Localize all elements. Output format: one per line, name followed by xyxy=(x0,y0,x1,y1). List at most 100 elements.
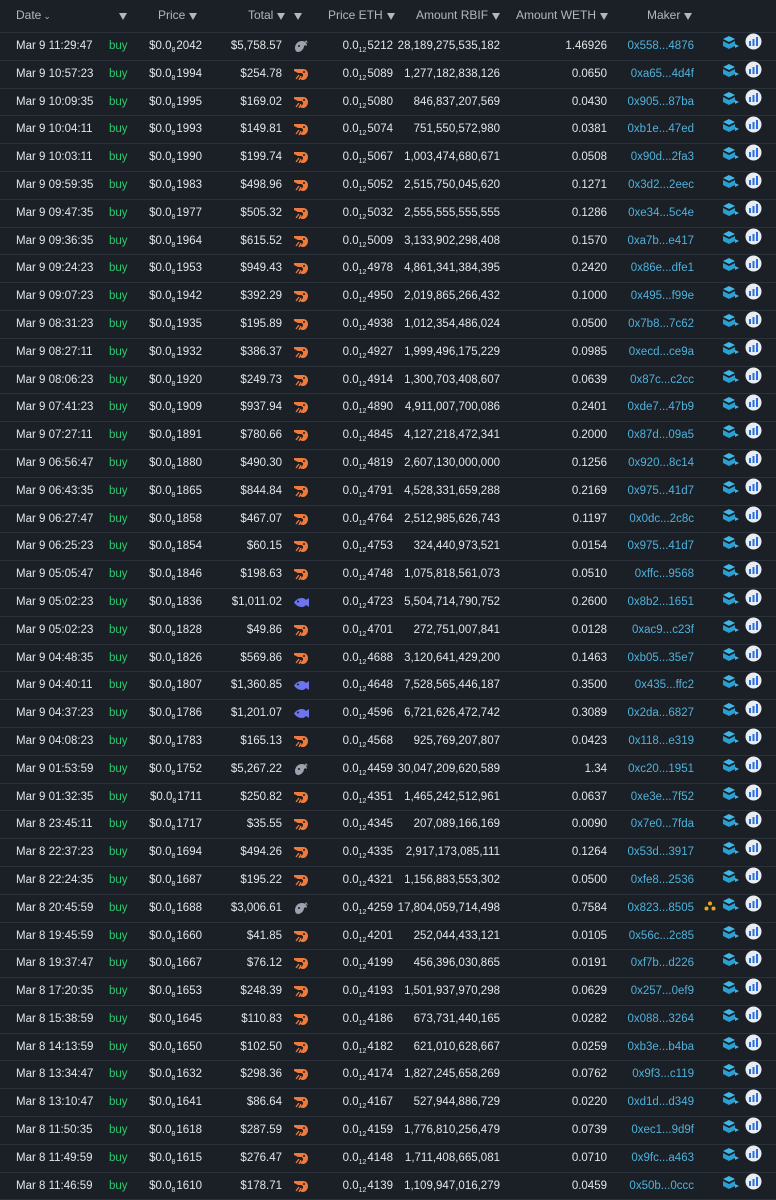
trade-maker-link[interactable]: 0xfe8...2536 xyxy=(631,867,694,894)
view-transaction-icon[interactable] xyxy=(745,144,762,171)
trader-filter-icon[interactable] xyxy=(290,0,302,30)
filter-by-maker-icon[interactable] xyxy=(723,756,740,783)
view-transaction-icon[interactable] xyxy=(745,923,762,950)
trade-maker-link[interactable]: 0x088...3264 xyxy=(627,1006,694,1033)
view-transaction-icon[interactable] xyxy=(745,1089,762,1116)
filter-by-maker-icon[interactable] xyxy=(723,394,740,421)
maker-filter-icon[interactable] xyxy=(684,13,693,20)
trade-maker-link[interactable]: 0xde7...47b9 xyxy=(627,394,694,421)
filter-by-maker-icon[interactable] xyxy=(723,1006,740,1033)
filter-by-maker-icon[interactable] xyxy=(723,200,740,227)
trade-maker-link[interactable]: 0x56c...2c85 xyxy=(629,923,694,950)
view-transaction-icon[interactable] xyxy=(745,700,762,727)
view-transaction-icon[interactable] xyxy=(745,311,762,338)
header-amount-weth[interactable]: Amount WETH xyxy=(516,0,609,30)
trade-maker-link[interactable]: 0x2da...6827 xyxy=(627,700,694,727)
trade-maker-link[interactable]: 0x7e0...7fda xyxy=(631,811,694,838)
filter-by-maker-icon[interactable] xyxy=(723,1145,740,1172)
type-filter-icon[interactable] xyxy=(115,0,127,30)
filter-by-maker-icon[interactable] xyxy=(723,811,740,838)
table-row[interactable]: Mar 8 13:10:47 buy $0.081641 $86.64 0.012416… xyxy=(0,1089,776,1118)
table-row[interactable]: Mar 9 05:02:23 buy $0.081836 $1,011.02 0.012… xyxy=(0,589,776,617)
trade-maker-link[interactable]: 0x558...4876 xyxy=(627,33,694,60)
table-row[interactable]: Mar 9 09:59:35 buy $0.081983 $498.96 0.01250… xyxy=(0,172,776,200)
amount-rbif-filter-icon[interactable] xyxy=(492,13,501,20)
filter-by-maker-icon[interactable] xyxy=(723,1061,740,1088)
table-row[interactable]: Mar 8 22:37:23 buy $0.081694 $494.26 0.01243… xyxy=(0,839,776,867)
filter-by-maker-icon[interactable] xyxy=(723,645,740,672)
view-transaction-icon[interactable] xyxy=(745,589,762,616)
table-row[interactable]: Mar 9 05:02:23 buy $0.081828 $49.86 0.012470… xyxy=(0,617,776,645)
table-row[interactable]: Mar 8 19:37:47 buy $0.081667 $76.12 0.012419… xyxy=(0,950,776,979)
view-transaction-icon[interactable] xyxy=(745,450,762,477)
trade-maker-link[interactable]: 0x86e...dfe1 xyxy=(631,255,694,282)
table-row[interactable]: Mar 9 08:27:11 buy $0.081932 $386.37 0.01249… xyxy=(0,339,776,367)
filter-by-maker-icon[interactable] xyxy=(723,116,740,143)
trade-maker-link[interactable]: 0x87c...c2cc xyxy=(630,367,694,394)
view-transaction-icon[interactable] xyxy=(745,394,762,421)
filter-by-maker-icon[interactable] xyxy=(723,728,740,755)
table-row[interactable]: Mar 9 06:56:47 buy $0.081880 $490.30 0.01248… xyxy=(0,450,776,478)
filter-by-maker-icon[interactable] xyxy=(723,1034,740,1061)
filter-by-maker-icon[interactable] xyxy=(723,895,740,922)
table-row[interactable]: Mar 9 09:47:35 buy $0.081977 $505.32 0.01250… xyxy=(0,200,776,228)
filter-by-maker-icon[interactable] xyxy=(723,617,740,644)
header-price-eth[interactable]: Price ETH xyxy=(328,0,395,30)
filter-by-maker-icon[interactable] xyxy=(723,1117,740,1144)
trade-maker-link[interactable]: 0x90d...2fa3 xyxy=(631,144,694,171)
table-row[interactable]: Mar 8 22:24:35 buy $0.081687 $195.22 0.01243… xyxy=(0,867,776,895)
view-transaction-icon[interactable] xyxy=(745,950,762,977)
trade-maker-link[interactable]: 0x7b8...7c62 xyxy=(628,311,694,338)
trade-maker-link[interactable]: 0x435...ffc2 xyxy=(635,672,694,699)
trade-maker-link[interactable]: 0xe34...5c4e xyxy=(628,200,694,227)
table-row[interactable]: Mar 9 09:07:23 buy $0.081942 $392.29 0.01249… xyxy=(0,283,776,311)
table-row[interactable]: Mar 8 17:20:35 buy $0.081653 $248.39 0.01241… xyxy=(0,978,776,1006)
filter-by-maker-icon[interactable] xyxy=(723,339,740,366)
filter-by-maker-icon[interactable] xyxy=(723,978,740,1005)
view-transaction-icon[interactable] xyxy=(745,283,762,310)
filter-by-maker-icon[interactable] xyxy=(723,228,740,255)
trade-maker-link[interactable]: 0xc20...1951 xyxy=(628,756,694,783)
filter-by-maker-icon[interactable] xyxy=(723,172,740,199)
filter-by-maker-icon[interactable] xyxy=(723,283,740,310)
filter-by-maker-icon[interactable] xyxy=(723,367,740,394)
table-row[interactable]: Mar 9 01:32:35 buy $0.081711 $250.82 0.01243… xyxy=(0,784,776,812)
trade-maker-link[interactable]: 0xa65...4d4f xyxy=(631,61,694,88)
trade-maker-link[interactable]: 0xa7b...e417 xyxy=(627,228,694,255)
table-row[interactable]: Mar 9 09:24:23 buy $0.081953 $949.43 0.01249… xyxy=(0,255,776,284)
view-transaction-icon[interactable] xyxy=(745,1034,762,1061)
filter-by-maker-icon[interactable] xyxy=(723,1173,740,1200)
view-transaction-icon[interactable] xyxy=(745,1006,762,1033)
trade-maker-link[interactable]: 0x50b...0ccc xyxy=(629,1173,694,1200)
view-transaction-icon[interactable] xyxy=(745,478,762,505)
view-transaction-icon[interactable] xyxy=(745,422,762,449)
trade-maker-link[interactable]: 0x975...41d7 xyxy=(627,533,694,560)
view-transaction-icon[interactable] xyxy=(745,116,762,143)
filter-by-maker-icon[interactable] xyxy=(723,450,740,477)
table-row[interactable]: Mar 9 10:09:35 buy $0.081995 $169.02 0.01250… xyxy=(0,89,776,117)
table-row[interactable]: Mar 9 04:37:23 buy $0.081786 $1,201.07 0.012… xyxy=(0,700,776,728)
filter-by-maker-icon[interactable] xyxy=(723,867,740,894)
view-transaction-icon[interactable] xyxy=(745,756,762,783)
table-row[interactable]: Mar 9 07:27:11 buy $0.081891 $780.66 0.01248… xyxy=(0,422,776,450)
table-row[interactable]: Mar 9 04:40:11 buy $0.081807 $1,360.85 0.012… xyxy=(0,672,776,701)
table-row[interactable]: Mar 9 08:31:23 buy $0.081935 $195.89 0.01249… xyxy=(0,311,776,339)
trade-maker-link[interactable]: 0x9f3...c119 xyxy=(632,1061,694,1088)
view-transaction-icon[interactable] xyxy=(745,200,762,227)
view-transaction-icon[interactable] xyxy=(745,839,762,866)
table-row[interactable]: Mar 9 10:57:23 buy $0.081994 $254.78 0.01250… xyxy=(0,61,776,89)
filter-by-maker-icon[interactable] xyxy=(723,33,740,60)
trade-maker-link[interactable]: 0x118...e319 xyxy=(628,728,694,755)
trade-maker-link[interactable]: 0xb3e...b4ba xyxy=(627,1034,694,1061)
table-row[interactable]: Mar 8 11:46:59 buy $0.081610 $178.71 0.01241… xyxy=(0,1173,776,1200)
filter-by-maker-icon[interactable] xyxy=(723,923,740,950)
view-transaction-icon[interactable] xyxy=(745,867,762,894)
table-row[interactable]: Mar 9 09:36:35 buy $0.081964 $615.52 0.01250… xyxy=(0,228,776,256)
filter-by-maker-icon[interactable] xyxy=(723,478,740,505)
view-transaction-icon[interactable] xyxy=(745,561,762,588)
trade-maker-link[interactable]: 0x9fc...a463 xyxy=(631,1145,694,1172)
filter-by-maker-icon[interactable] xyxy=(723,1089,740,1116)
trade-maker-link[interactable]: 0xb05...35e7 xyxy=(627,645,694,672)
filter-by-maker-icon[interactable] xyxy=(723,589,740,616)
table-row[interactable]: Mar 8 13:34:47 buy $0.081632 $298.36 0.01241… xyxy=(0,1061,776,1090)
